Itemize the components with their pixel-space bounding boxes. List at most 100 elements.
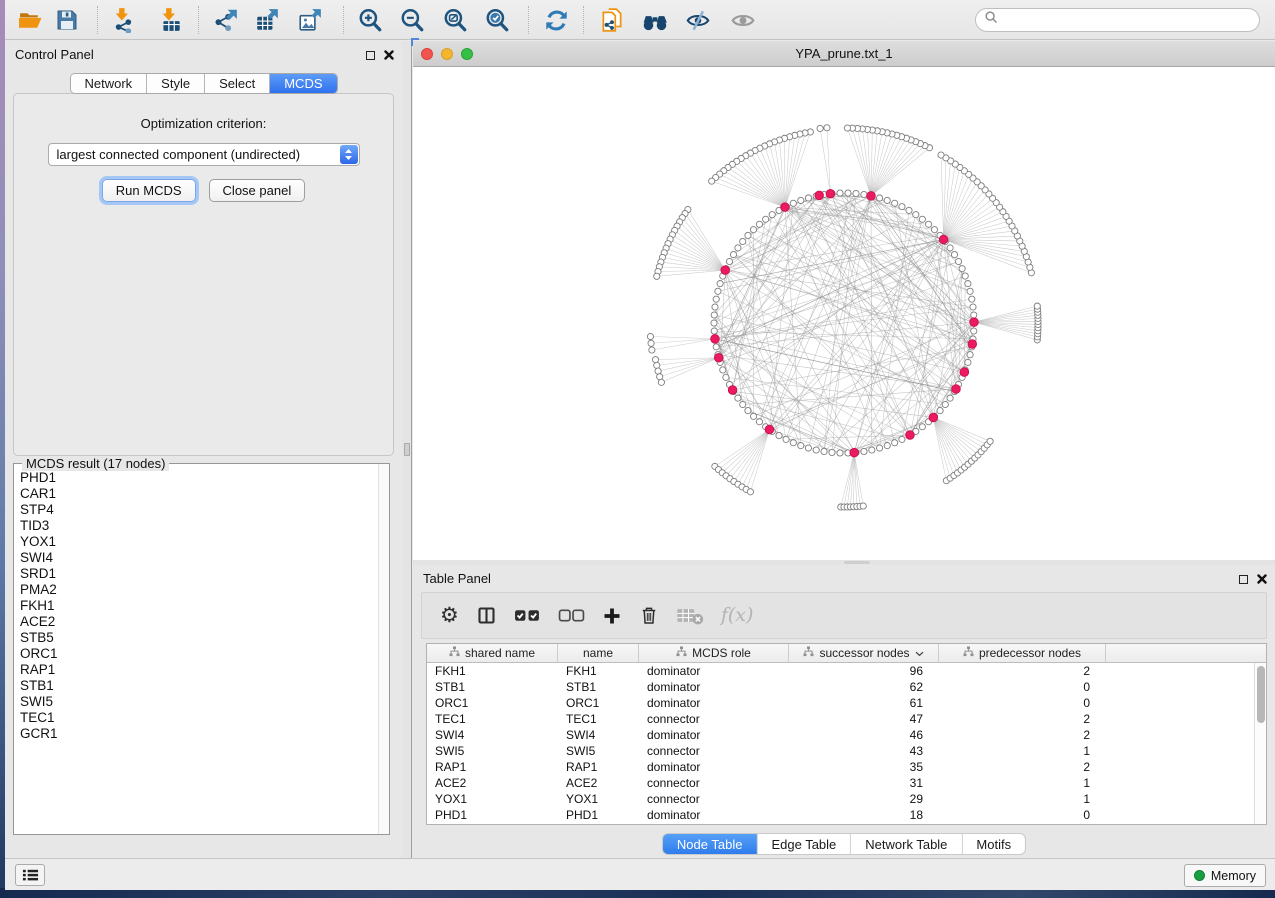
tab-node-table[interactable]: Node Table <box>663 834 758 854</box>
table-row[interactable]: TEC1TEC1connector472 <box>427 711 1266 727</box>
zoom-out-icon[interactable] <box>399 7 425 33</box>
dominator-node[interactable] <box>781 203 790 212</box>
dominator-node[interactable] <box>939 235 948 244</box>
network-canvas[interactable] <box>413 67 1275 560</box>
dominator-node[interactable] <box>711 335 720 344</box>
column-header-predecessor-nodes[interactable]: predecessor nodes <box>939 644 1106 662</box>
mcds-result-item[interactable]: SWI4 <box>20 550 377 566</box>
dominator-node[interactable] <box>952 385 961 394</box>
show-columns-icon[interactable] <box>476 605 497 626</box>
dominator-node[interactable] <box>765 425 774 434</box>
mcds-result-item[interactable]: ORC1 <box>20 646 377 662</box>
open-session-icon[interactable] <box>17 7 43 33</box>
mcds-result-item[interactable]: ACE2 <box>20 614 377 630</box>
search-input[interactable] <box>1003 11 1259 29</box>
select-all-icon[interactable] <box>514 607 541 624</box>
table-row[interactable]: SWI4SWI4dominator462 <box>427 727 1266 743</box>
mcds-result-item[interactable]: STP4 <box>20 502 377 518</box>
close-panel-icon[interactable] <box>384 48 394 63</box>
dominator-node[interactable] <box>968 340 977 349</box>
add-column-icon[interactable] <box>602 606 622 626</box>
mcds-result-item[interactable]: RAP1 <box>20 662 377 678</box>
mcds-result-item[interactable]: STB1 <box>20 678 377 694</box>
tab-select[interactable]: Select <box>205 74 270 93</box>
float-panel-icon[interactable] <box>366 51 375 60</box>
dominator-node[interactable] <box>714 353 723 362</box>
mcds-result-scrollbar[interactable] <box>378 464 389 834</box>
tab-network[interactable]: Network <box>70 74 147 93</box>
table-row[interactable]: ORC1ORC1dominator610 <box>427 695 1266 711</box>
column-header-successor-nodes[interactable]: successor nodes <box>789 644 939 662</box>
dominator-node[interactable] <box>960 368 969 377</box>
mcds-result-item[interactable]: SRD1 <box>20 566 377 582</box>
mcds-result-item[interactable]: PHD1 <box>20 470 377 486</box>
scrollbar-thumb[interactable] <box>1257 666 1265 723</box>
export-image-icon[interactable] <box>297 7 323 33</box>
export-network-icon[interactable] <box>213 7 239 33</box>
table-row[interactable]: RAP1RAP1dominator352 <box>427 759 1266 775</box>
column-header-MCDS-role[interactable]: MCDS role <box>639 644 789 662</box>
dominator-node[interactable] <box>728 386 737 395</box>
dominator-node[interactable] <box>970 318 979 327</box>
network-window-titlebar[interactable]: YPA_prune.txt_1 <box>413 41 1275 67</box>
zoom-fit-icon[interactable] <box>442 7 468 33</box>
table-row[interactable]: ACE2ACE2connector311 <box>427 775 1266 791</box>
close-panel-icon[interactable] <box>1257 572 1267 587</box>
dominator-node[interactable] <box>867 192 876 201</box>
table-row[interactable]: PHD1PHD1dominator180 <box>427 807 1266 823</box>
clone-network-icon[interactable] <box>599 7 625 33</box>
run-mcds-button[interactable]: Run MCDS <box>102 179 196 202</box>
table-scrollbar[interactable] <box>1254 663 1266 824</box>
close-panel-button[interactable]: Close panel <box>209 179 306 202</box>
mcds-result-item[interactable]: TEC1 <box>20 710 377 726</box>
tab-style[interactable]: Style <box>147 74 205 93</box>
tab-motifs[interactable]: Motifs <box>962 834 1025 854</box>
column-header-name[interactable]: name <box>558 644 639 662</box>
column-header-shared-name[interactable]: shared name <box>427 644 558 662</box>
show-panels-button[interactable] <box>15 864 45 886</box>
zoom-in-icon[interactable] <box>357 7 383 33</box>
dominator-node[interactable] <box>721 266 730 275</box>
table-row[interactable]: YOX1YOX1connector291 <box>427 791 1266 807</box>
delete-column-icon[interactable] <box>639 605 659 626</box>
table-row[interactable]: FKH1FKH1dominator962 <box>427 663 1266 679</box>
tab-edge-table[interactable]: Edge Table <box>757 834 851 854</box>
optimization-criterion-select[interactable]: largest connected component (undirected) <box>48 143 360 166</box>
vertical-splitter[interactable] <box>402 41 412 858</box>
hide-selected-icon[interactable] <box>685 7 711 33</box>
apply-layout-icon[interactable] <box>543 7 569 33</box>
dominator-node[interactable] <box>850 448 859 457</box>
import-table-icon[interactable] <box>158 7 184 33</box>
mcds-result-item[interactable]: SWI5 <box>20 694 377 710</box>
splitter-grip[interactable] <box>844 561 870 564</box>
show-all-icon[interactable] <box>730 7 756 33</box>
dominator-node[interactable] <box>906 431 915 440</box>
mcds-result-item[interactable]: GCR1 <box>20 726 377 742</box>
zoom-selected-icon[interactable] <box>484 7 510 33</box>
float-panel-icon[interactable] <box>1239 575 1248 584</box>
tab-mcds[interactable]: MCDS <box>270 74 336 93</box>
mcds-result-item[interactable]: YOX1 <box>20 534 377 550</box>
mcds-result-item[interactable]: STB5 <box>20 630 377 646</box>
import-network-icon[interactable] <box>111 7 137 33</box>
first-neighbors-icon[interactable] <box>642 7 668 33</box>
mcds-result-item[interactable]: FKH1 <box>20 598 377 614</box>
export-table-icon[interactable] <box>254 7 280 33</box>
dominator-node[interactable] <box>929 413 938 422</box>
dominator-node[interactable] <box>826 189 835 198</box>
save-session-icon[interactable] <box>54 7 80 33</box>
table-options-icon[interactable]: ⚙ <box>440 605 459 626</box>
table-row[interactable]: SWI5SWI5connector431 <box>427 743 1266 759</box>
memory-button[interactable]: Memory <box>1184 864 1266 887</box>
table-row[interactable]: STB1STB1dominator620 <box>427 679 1266 695</box>
deselect-all-icon[interactable] <box>558 607 585 624</box>
network-graph[interactable] <box>413 67 1275 560</box>
splitter-grip[interactable] <box>404 443 410 456</box>
mcds-result-item[interactable]: PMA2 <box>20 582 377 598</box>
tab-network-table[interactable]: Network Table <box>851 834 962 854</box>
dominator-node[interactable] <box>815 191 824 200</box>
search-box[interactable] <box>975 8 1260 32</box>
mcds-result-item[interactable]: CAR1 <box>20 486 377 502</box>
mcds-result-item[interactable]: TID3 <box>20 518 377 534</box>
mcds-result-list[interactable]: PHD1CAR1STP4TID3YOX1SWI4SRD1PMA2FKH1ACE2… <box>15 470 377 833</box>
